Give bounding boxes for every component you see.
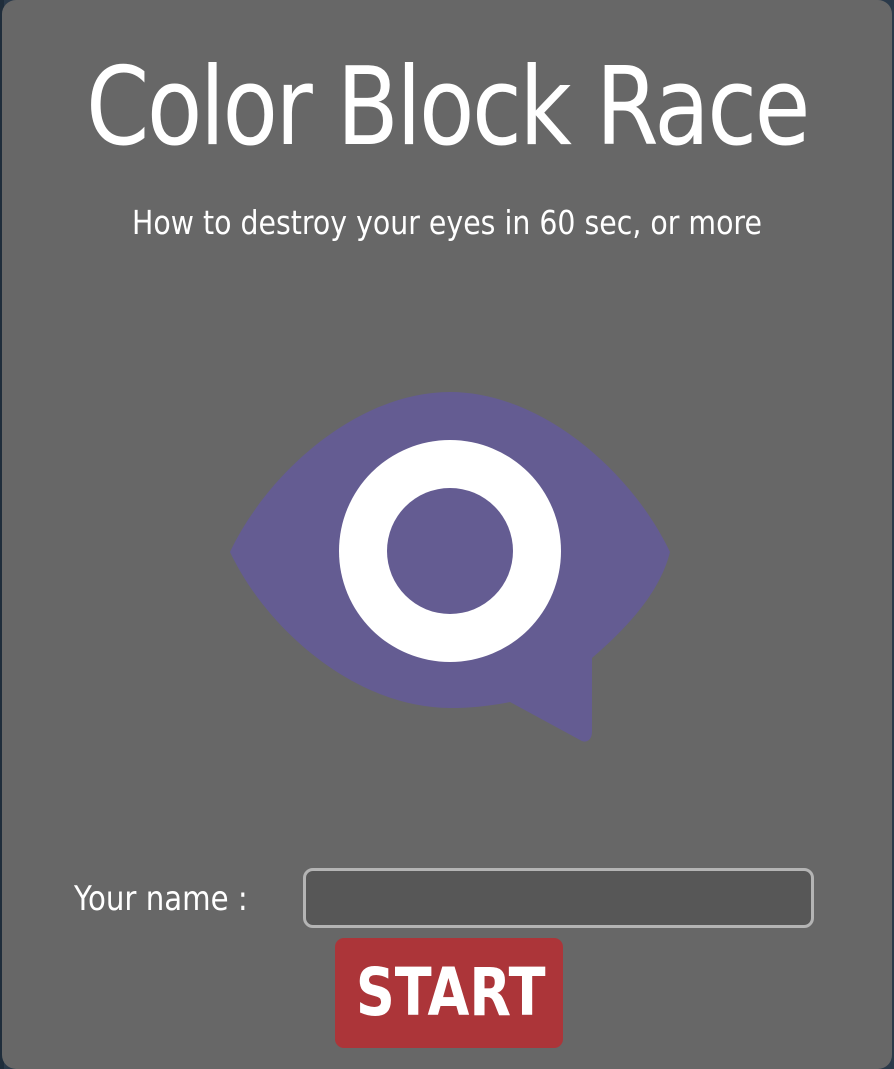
name-input[interactable] — [303, 868, 814, 928]
game-title: Color Block Race — [86, 45, 810, 170]
start-screen-modal: Color Block Race How to destroy your eye… — [2, 0, 892, 1069]
eye-speech-bubble-icon — [230, 392, 670, 742]
name-row: Your name : — [2, 868, 892, 928]
pupil — [387, 488, 513, 614]
start-button-label: START — [355, 954, 546, 1031]
game-subtitle: How to destroy your eyes in 60 sec, or m… — [132, 203, 762, 242]
start-button[interactable]: START — [335, 938, 563, 1048]
name-label: Your name : — [74, 879, 248, 919]
